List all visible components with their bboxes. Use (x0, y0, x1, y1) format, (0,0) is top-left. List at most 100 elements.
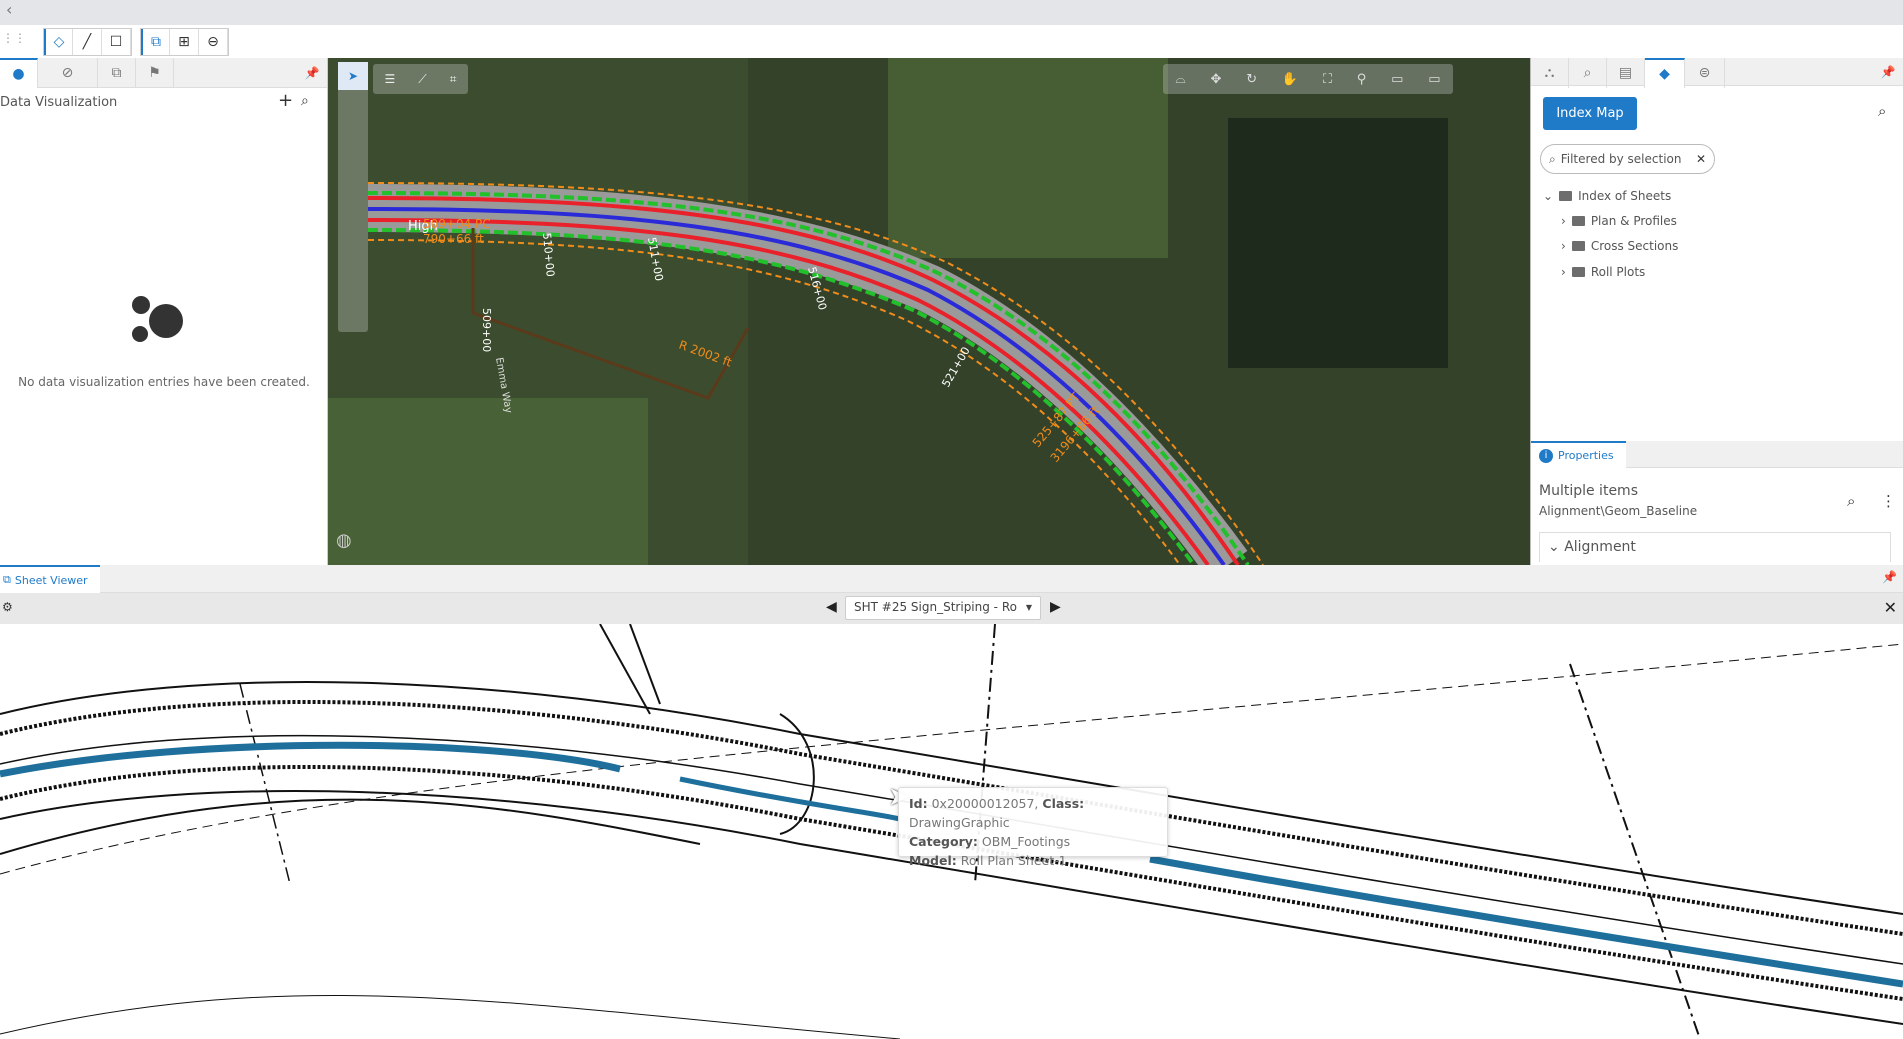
chevron-left-icon[interactable]: ‹ (6, 0, 12, 19)
tree-item-cross-sections[interactable]: › Cross Sections (1561, 239, 1678, 253)
view-toolbar: ☰ ⟋ ⌗ (373, 64, 468, 94)
walk-icon[interactable]: ⌓ (1175, 72, 1185, 87)
chevron-right-icon[interactable]: › (1561, 265, 1566, 279)
tab-label: Sheet Viewer (14, 573, 88, 587)
tree-item-plan-profiles[interactable]: › Plan & Profiles (1561, 214, 1677, 228)
panel-title: Data Visualization (0, 95, 118, 110)
tab-sheet-viewer[interactable]: ⧉ Sheet Viewer (0, 565, 100, 593)
data-visualization-panel: ● ⊘ ⧉ ⚑ 📌 Data Visualization + ⌕ No data… (0, 58, 328, 565)
class-value: DrawingGraphic (909, 815, 1010, 830)
views-icon[interactable]: ⊜ (1685, 58, 1725, 88)
data-viz-empty-icon (132, 296, 183, 342)
section-icon[interactable]: ⌗ (450, 72, 457, 87)
tree-item-roll-plots[interactable]: › Roll Plots (1561, 265, 1645, 279)
check-circle-icon[interactable]: ⊘ (38, 58, 98, 88)
properties-tabs: i Properties (1531, 441, 1903, 468)
chevron-right-icon[interactable]: › (1561, 214, 1566, 228)
hand-icon[interactable]: ✋ (1282, 72, 1298, 87)
fit-icon[interactable]: ⛶ (1323, 72, 1332, 87)
pin-icon[interactable]: 📌 (1873, 58, 1903, 85)
chevron-right-icon[interactable]: › (1561, 239, 1566, 253)
select-elements-icon[interactable]: ⧉ (141, 29, 170, 55)
tree-label: Plan & Profiles (1590, 214, 1677, 228)
window-icon[interactable]: ▭ (1428, 72, 1440, 87)
model-value: Roll Plan Sheet-1 (960, 853, 1067, 868)
close-icon[interactable]: ✕ (1884, 598, 1897, 617)
search-icon[interactable]: ⌕ (1878, 102, 1886, 120)
id-label: Id: (909, 796, 928, 811)
right-panel: ⛬ ⌕ ▤ ◆ ⊜ 📌 Index Map ⌕ ⌕ Filtered by se… (1530, 58, 1903, 565)
element-tooltip: Id: 0x20000012057, Class: DrawingGraphic… (898, 787, 1168, 868)
more-options-icon[interactable]: ⋮ (1881, 492, 1896, 510)
left-panel-tabs: ● ⊘ ⧉ ⚑ 📌 (0, 58, 327, 88)
remove-icon[interactable]: ⊖ (199, 29, 228, 55)
filter-text: Filtered by selection (1560, 152, 1682, 166)
pan-icon[interactable]: ✥ (1210, 72, 1221, 87)
top-bar: ‹ (0, 0, 1903, 25)
tree-label: Index of Sheets (1578, 189, 1672, 203)
folder-icon (1571, 241, 1585, 251)
chevron-down-icon: ⌄ (1548, 539, 1565, 555)
search-icon[interactable]: ⌕ (1847, 492, 1855, 510)
hierarchy-icon[interactable]: ⛬ (1531, 58, 1569, 88)
view-icon[interactable]: ▭ (1391, 72, 1403, 87)
sheets-icon[interactable]: ◆ (1645, 58, 1685, 88)
measure-icon[interactable]: ⟋ (418, 72, 426, 87)
properties-subtitle: Alignment\Geom_Baseline (1539, 504, 1698, 518)
add-icon[interactable]: ⊞ (170, 29, 199, 55)
rectangle-icon[interactable]: ☐ (102, 29, 131, 55)
map-label-station1: 509+00 (480, 308, 493, 352)
properties-title: Multiple items (1539, 483, 1638, 499)
sheet-viewer-icon: ⧉ (3, 573, 11, 586)
sheet-select[interactable]: SHT #25 Sign_Striping - Ro ▼ (845, 596, 1041, 620)
line-icon[interactable]: ╱ (73, 29, 102, 55)
flag-icon[interactable]: ⚑ (136, 58, 174, 88)
clear-filter-icon[interactable]: ✕ (1696, 152, 1706, 166)
data-viz-icon[interactable]: ● (0, 58, 38, 88)
sheet-viewer-tabbar: ⧉ Sheet Viewer 📌 (0, 565, 1903, 593)
sheet-settings-icon[interactable]: ⚙ (2, 600, 13, 614)
compass-icon[interactable]: ◍ (336, 530, 352, 551)
search-icon[interactable]: ⌕ (1569, 58, 1607, 88)
previous-sheet-icon[interactable]: ◀ (826, 599, 837, 615)
pin-icon[interactable]: 📌 (297, 58, 327, 87)
filter-chip[interactable]: ⌕ Filtered by selection ✕ (1540, 144, 1715, 174)
sheet-select-value: SHT #25 Sign_Striping - Ro (854, 600, 1017, 614)
right-panel-tabs: ⛬ ⌕ ▤ ◆ ⊜ 📌 (1531, 58, 1903, 88)
layers-icon[interactable]: ⧉ (98, 58, 136, 88)
aerial-map-canvas[interactable]: High 509+04 PC 790+66 ft R 2002 ft 509+0… (328, 58, 1530, 565)
tree-label: Cross Sections (1590, 239, 1679, 253)
tab-label: Properties (1558, 449, 1614, 462)
empty-message: No data visualization entries have been … (18, 375, 310, 389)
model-label: Model: (909, 853, 957, 868)
info-icon: i (1539, 448, 1553, 463)
tab-properties[interactable]: i Properties (1531, 441, 1626, 468)
selection-tools-group: ⧉ ⊞ ⊖ (140, 28, 229, 56)
menu-icon[interactable]: ☰ (385, 72, 396, 86)
id-value: 0x20000012057, (931, 796, 1039, 811)
search-icon[interactable]: ⌕ (301, 93, 309, 109)
place-point-icon[interactable]: ◇ (44, 29, 73, 55)
index-map-button[interactable]: Index Map (1543, 97, 1637, 130)
caret-down-icon: ▼ (1025, 603, 1032, 612)
add-icon[interactable]: + (278, 90, 293, 111)
camera-icon[interactable]: ⚲ (1357, 72, 1367, 87)
navigation-toolbar: ⌓ ✥ ↻ ✋ ⛶ ⚲ ▭ ▭ (1163, 64, 1453, 94)
select-tool-icon[interactable]: ➤ (338, 62, 368, 90)
map-vertical-toolbar: ➤ (338, 62, 368, 332)
chevron-down-icon[interactable]: ⌄ (1543, 189, 1553, 203)
report-icon[interactable]: ▤ (1607, 58, 1645, 88)
map-label-curve1: 509+04 PC (423, 217, 491, 231)
map-viewport[interactable]: High 509+04 PC 790+66 ft R 2002 ft 509+0… (328, 58, 1530, 565)
alignment-section[interactable]: ⌄ Alignment (1539, 532, 1891, 562)
grip-icon[interactable]: ⋮⋮ (2, 31, 26, 45)
tree-item-index-of-sheets[interactable]: ⌄ Index of Sheets (1543, 189, 1671, 203)
next-sheet-icon[interactable]: ▶ (1050, 599, 1061, 615)
rotate-icon[interactable]: ↻ (1246, 72, 1257, 87)
category-value: OBM_Footings (981, 834, 1071, 849)
search-icon: ⌕ (1549, 151, 1556, 166)
sheet-viewer-toolbar: ⚙ ◀ SHT #25 Sign_Striping - Ro ▼ ▶ ✕ (0, 593, 1903, 624)
tree-label: Roll Plots (1590, 265, 1646, 279)
pin-icon[interactable]: 📌 (1882, 570, 1897, 584)
folder-icon (1571, 267, 1585, 277)
